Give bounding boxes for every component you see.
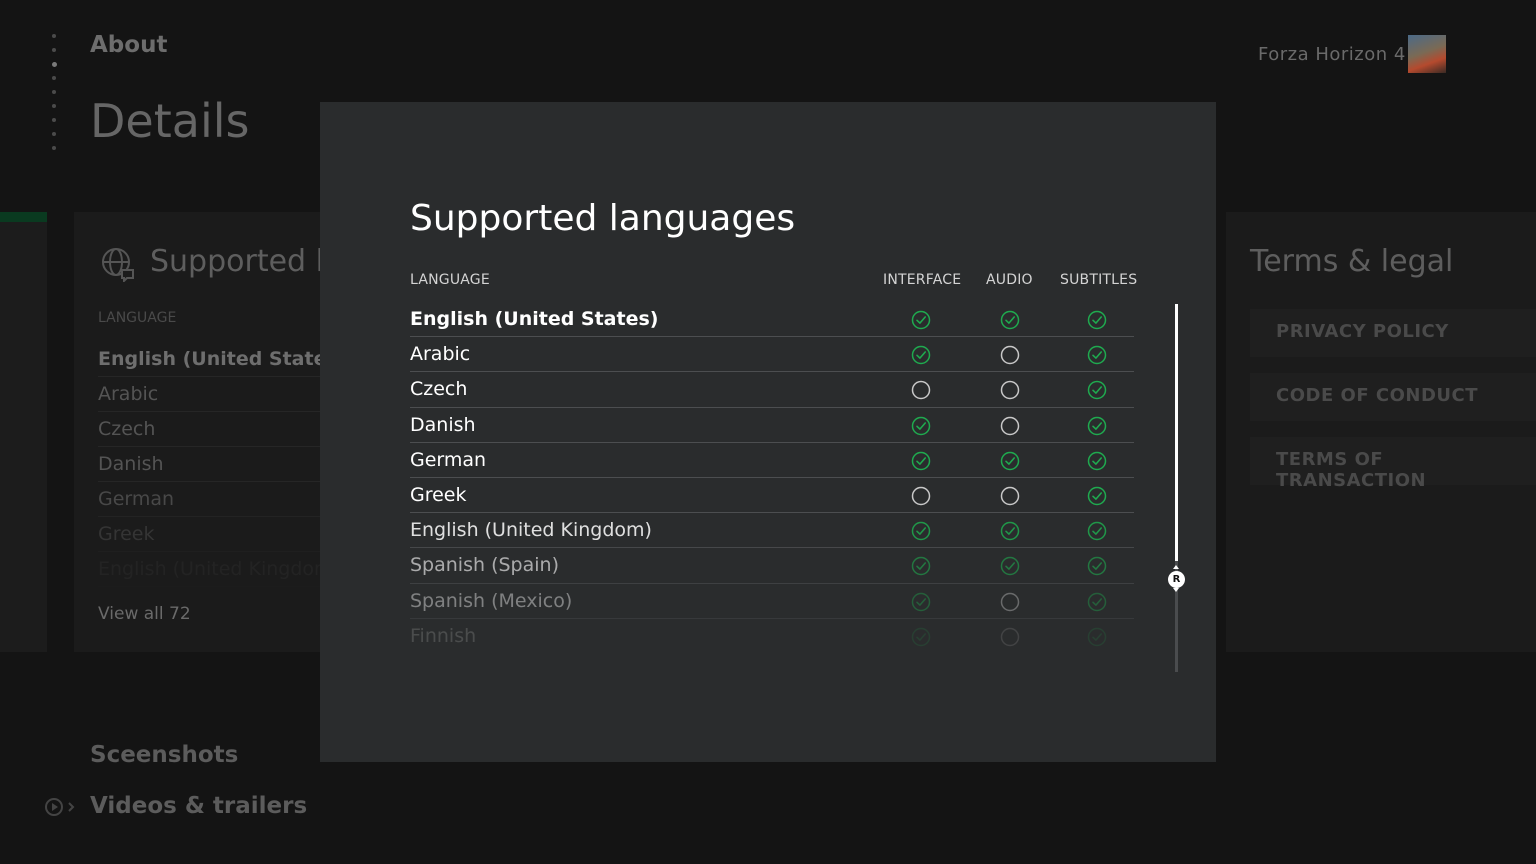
column-header-audio: AUDIO [986,272,1033,288]
column-header-interface: INTERFACE [883,272,962,288]
column-header-language: LANGUAGE [410,272,490,288]
check-circle-icon [911,451,931,471]
list-item: Greek [98,523,324,552]
check-circle-icon [1000,310,1020,330]
videos-trailers-heading: Videos & trailers [90,793,308,819]
video-play-icon [45,798,75,816]
check-circle-icon [911,627,931,647]
scroll-up-arrow-icon [1173,565,1179,569]
table-row[interactable]: English (United Kingdom) [410,513,1134,549]
check-circle-icon [1000,451,1020,471]
scroll-down-arrow-icon [1173,588,1179,592]
privacy-policy-button[interactable]: PRIVACY POLICY [1250,309,1536,357]
language-name: Finnish [410,624,477,647]
check-circle-icon [1087,486,1107,506]
column-header-language: LANGUAGE [98,310,177,326]
check-circle-icon [911,521,931,541]
language-name: Spanish (Spain) [410,554,559,577]
empty-circle-icon [1000,345,1020,365]
empty-circle-icon [911,380,931,400]
check-circle-icon [911,310,931,330]
section-progress-dots [50,34,58,160]
table-row[interactable]: Finnish [410,619,1134,654]
empty-circle-icon [911,486,931,506]
empty-circle-icon [1000,380,1020,400]
check-circle-icon [911,556,931,576]
view-all-link[interactable]: View all 72 [98,604,191,624]
check-circle-icon [1087,451,1107,471]
check-circle-icon [1000,556,1020,576]
supported-languages-dialog: Supported languages LANGUAGE INTERFACE A… [320,102,1216,762]
empty-circle-icon [1000,486,1020,506]
empty-circle-icon [1000,592,1020,612]
check-circle-icon [911,416,931,436]
language-name: Arabic [410,343,471,366]
empty-circle-icon [1000,416,1020,436]
right-stick-scroll-icon: R [1168,571,1185,588]
check-circle-icon [1087,556,1107,576]
list-item: English (United States) [98,348,324,377]
check-circle-icon [1087,627,1107,647]
table-row[interactable]: Spanish (Mexico) [410,584,1134,619]
language-name: English (United Kingdom) [410,519,652,542]
check-circle-icon [1087,310,1107,330]
check-circle-icon [1087,380,1107,400]
language-name: Czech [410,378,468,401]
language-name: German [410,448,487,471]
list-item: Czech [98,418,324,447]
table-row[interactable]: Danish [410,408,1134,443]
supported-languages-card[interactable]: Supported languages LANGUAGE English (Un… [74,212,324,652]
language-name: English (United States) [410,308,659,330]
list-item: Arabic [98,383,324,412]
check-circle-icon [1087,592,1107,612]
check-circle-icon [1087,521,1107,541]
list-item: German [98,488,324,517]
dialog-title: Supported languages [410,198,796,239]
list-item: Danish [98,453,324,482]
language-name: Spanish (Mexico) [410,589,573,612]
table-row[interactable]: German [410,443,1134,478]
check-circle-icon [911,345,931,365]
empty-circle-icon [1000,627,1020,647]
check-circle-icon [1087,345,1107,365]
language-name: Danish [410,413,476,436]
terms-of-transaction-button[interactable]: TERMS OF TRANSACTION [1250,437,1536,491]
check-circle-icon [1087,416,1107,436]
card-title: Supported languages [150,244,324,279]
screenshots-heading: Sceenshots [90,742,239,768]
code-of-conduct-button[interactable]: CODE OF CONDUCT [1250,373,1536,421]
check-circle-icon [1000,521,1020,541]
game-thumbnail [1408,35,1446,73]
list-item: English (United Kingdom) [98,558,324,587]
section-label: About [90,32,168,58]
table-row[interactable]: Greek [410,478,1134,514]
table-row[interactable]: Arabic [410,337,1134,373]
left-edge-card [0,212,47,652]
table-row[interactable]: Czech [410,372,1134,408]
card-title: Terms & legal [1250,244,1454,279]
globe-icon [102,248,134,282]
game-name: Forza Horizon 4 [1258,44,1406,65]
terms-legal-card: Terms & legal PRIVACY POLICY CODE OF CON… [1226,212,1536,652]
column-header-subtitles: SUBTITLES [1060,272,1138,288]
table-row[interactable]: English (United States) [410,302,1134,338]
page-title: Details [90,94,250,148]
table-row[interactable]: Spanish (Spain) [410,548,1134,584]
language-name: Greek [410,483,467,506]
scrollbar-thumb[interactable] [1175,304,1178,561]
language-table[interactable]: English (United States) Arabic Czech Danish… [410,302,1134,654]
check-circle-icon [911,592,931,612]
